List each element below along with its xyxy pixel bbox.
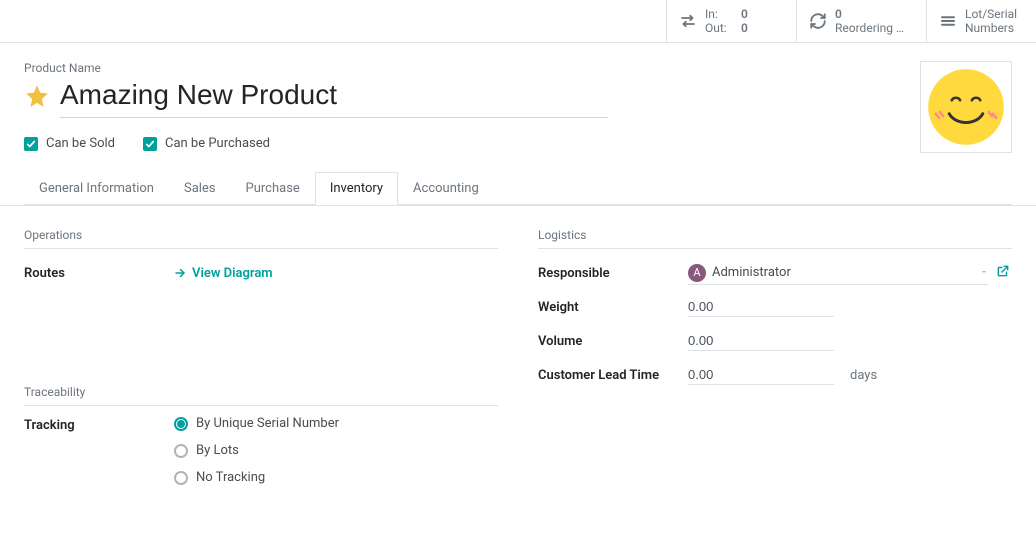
refresh-icon <box>807 12 829 30</box>
tracking-option-1: By Lots <box>196 443 239 458</box>
product-image[interactable] <box>920 61 1012 153</box>
stat-transfers-button[interactable]: In: 0 Out: 0 <box>666 0 796 42</box>
weight-input[interactable] <box>688 297 834 317</box>
tracking-option-0: By Unique Serial Number <box>196 416 339 431</box>
lead-time-input[interactable] <box>688 365 834 385</box>
view-diagram-label: View Diagram <box>192 266 273 281</box>
tracking-option-2: No Tracking <box>196 470 265 485</box>
list-icon <box>937 12 959 30</box>
stat-reordering-button[interactable]: 0 Reordering … <box>796 0 926 42</box>
stat-lots-button[interactable]: Lot/Serial Numbers <box>926 0 1036 42</box>
radio-unchecked-icon <box>174 444 188 458</box>
in-value: 0 <box>741 7 748 21</box>
can-be-sold-label: Can be Sold <box>46 136 115 151</box>
responsible-value: Administrator <box>712 265 974 280</box>
user-avatar-icon: A <box>688 264 706 282</box>
out-label: Out: <box>705 21 733 35</box>
external-link-icon[interactable] <box>996 264 1010 282</box>
reordering-count: 0 <box>835 7 904 21</box>
dropdown-caret-icon[interactable] <box>980 265 988 280</box>
routes-label: Routes <box>24 266 174 281</box>
product-name-input[interactable] <box>60 77 608 118</box>
product-name-label: Product Name <box>24 61 920 75</box>
inventory-tab-content: Operations Routes View Diagram Traceabil… <box>0 206 1036 537</box>
lots-label-1: Lot/Serial <box>965 7 1017 21</box>
radio-unchecked-icon <box>174 471 188 485</box>
volume-input[interactable] <box>688 331 834 351</box>
responsible-field[interactable]: A Administrator <box>688 262 988 285</box>
traceability-section-title: Traceability <box>24 385 498 406</box>
lead-time-label: Customer Lead Time <box>538 368 688 383</box>
can-be-sold-checkbox[interactable]: Can be Sold <box>24 136 115 151</box>
transfers-icon <box>677 12 699 30</box>
volume-label: Volume <box>538 334 688 349</box>
checkbox-checked-icon <box>143 137 157 151</box>
can-be-purchased-checkbox[interactable]: Can be Purchased <box>143 136 270 151</box>
tab-general-information[interactable]: General Information <box>24 172 169 205</box>
tracking-radio-serial[interactable]: By Unique Serial Number <box>174 416 339 431</box>
tab-inventory[interactable]: Inventory <box>315 172 398 205</box>
weight-label: Weight <box>538 300 688 315</box>
tab-purchase[interactable]: Purchase <box>231 172 315 205</box>
operations-section-title: Operations <box>24 228 498 249</box>
lead-time-unit: days <box>850 368 877 383</box>
tracking-label: Tracking <box>24 418 174 433</box>
checkbox-checked-icon <box>24 137 38 151</box>
can-be-purchased-label: Can be Purchased <box>165 136 270 151</box>
reordering-label: Reordering … <box>835 21 904 35</box>
tracking-radio-lots[interactable]: By Lots <box>174 443 339 458</box>
form-sheet: Product Name Can be Sold Can be Purchase… <box>0 43 1036 206</box>
responsible-label: Responsible <box>538 266 688 281</box>
tab-sales[interactable]: Sales <box>169 172 231 205</box>
stat-buttons-bar: In: 0 Out: 0 0 Reordering … Lot/Serial Num… <box>0 0 1036 43</box>
out-value: 0 <box>741 21 748 35</box>
arrow-right-icon <box>174 267 186 279</box>
tracking-radio-none[interactable]: No Tracking <box>174 470 339 485</box>
lots-label-2: Numbers <box>965 21 1014 35</box>
in-label: In: <box>705 7 733 21</box>
tab-accounting[interactable]: Accounting <box>398 172 494 205</box>
tabs-bar: General Information Sales Purchase Inven… <box>24 171 1012 205</box>
favorite-star-icon[interactable] <box>24 83 50 113</box>
logistics-section-title: Logistics <box>538 228 1012 249</box>
view-diagram-link[interactable]: View Diagram <box>174 266 273 281</box>
radio-checked-icon <box>174 417 188 431</box>
